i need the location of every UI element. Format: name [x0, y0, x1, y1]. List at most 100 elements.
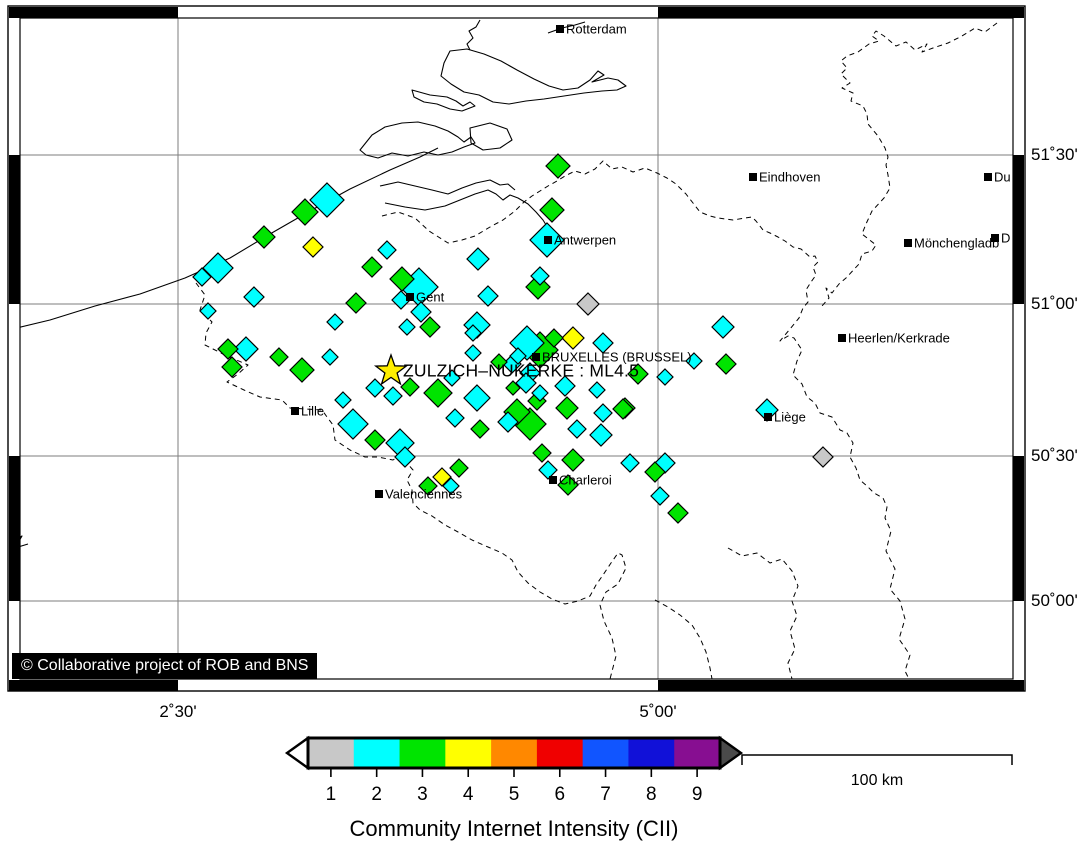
city-square-antwerpen — [544, 236, 552, 244]
colorbar-value: 1 — [326, 784, 337, 806]
intensity-diamond-cii2 — [594, 404, 612, 422]
intensity-diamond-cii2 — [322, 349, 338, 365]
lat-label: 51˚00' — [1031, 294, 1078, 314]
intensity-diamond-cii3 — [424, 379, 452, 407]
city-label-moenchengladbach-partial: Mönchengladb — [914, 237, 999, 250]
intensity-diamond-cii3 — [546, 154, 570, 178]
intensity-diamond-cii3 — [556, 397, 578, 419]
intensity-diamond-cii2 — [589, 382, 605, 398]
intensity-diamond-cii1 — [813, 447, 833, 467]
intensity-diamond-cii3 — [218, 339, 238, 359]
intensity-diamond-cii2 — [399, 319, 415, 335]
city-label-liege: Liège — [774, 411, 806, 424]
intensity-diamond-cii2 — [366, 379, 384, 397]
city-square-moenchengladbach-partial — [904, 239, 912, 247]
intensity-diamond-cii2 — [712, 316, 734, 338]
colorbar-value: 6 — [554, 784, 565, 806]
city-label-eindhoven: Eindhoven — [759, 171, 820, 184]
intensity-diamond-cii2 — [651, 487, 669, 505]
zeeland-peninsula — [360, 122, 475, 158]
zeeland-island-north — [441, 49, 626, 104]
epicenter-star — [376, 355, 406, 384]
intensity-diamond-cii3 — [365, 430, 385, 450]
zeeland-island-sliver — [412, 90, 475, 111]
intensity-diamond-cii2 — [327, 314, 343, 330]
copyright-banner: © Collaborative project of ROB and BNS — [12, 653, 317, 679]
city-label-antwerpen: Antwerpen — [554, 234, 616, 247]
intensity-diamond-cii2 — [621, 454, 639, 472]
colorbar-value: 5 — [509, 784, 520, 806]
scheldt-north-shore — [380, 180, 515, 194]
intensity-diamond-cii4 — [562, 327, 584, 349]
city-square-liege — [764, 413, 772, 421]
zeeland-island-small — [470, 123, 512, 150]
colorbar-segment — [674, 738, 720, 768]
cii-colorbar — [287, 738, 741, 777]
colorbar-value: 7 — [600, 784, 611, 806]
colorbar-segment — [583, 738, 629, 768]
border-nl-de-north — [822, 23, 997, 306]
city-label-valenciennes: Valenciennes — [385, 488, 462, 501]
colorbar-value: 8 — [646, 784, 657, 806]
city-label-heerlen-kerkrade: Heerlen/Kerkrade — [848, 332, 950, 345]
intensity-diamond-cii2 — [378, 241, 396, 259]
intensity-diamond-cii2 — [446, 409, 464, 427]
intensity-diamond-cii2 — [464, 385, 490, 411]
colorbar-segment — [445, 738, 491, 768]
intensity-diamond-cii2 — [568, 420, 586, 438]
intensity-diamond-cii1 — [577, 293, 599, 315]
intensity-diamond-cii3 — [222, 357, 242, 377]
colorbar-segment — [537, 738, 583, 768]
city-square-heerlen-kerkrade — [838, 334, 846, 342]
intensity-diamond-cii2 — [467, 248, 489, 270]
intensity-diamond-cii4 — [303, 237, 323, 257]
rotterdam-waterway — [467, 20, 480, 50]
intensity-diamond-cii3 — [562, 449, 584, 471]
intensity-diamond-cii3 — [450, 459, 468, 477]
intensity-diamond-cii3 — [668, 503, 688, 523]
intensity-diamond-cii3 — [290, 358, 314, 382]
map-canvas — [0, 0, 1088, 854]
colorbar-segment — [400, 738, 446, 768]
colorbar-value: 9 — [692, 784, 703, 806]
city-square-duisburg-partial — [984, 173, 992, 181]
scalebar-label: 100 km — [742, 772, 1012, 790]
intensity-diamond-cii3 — [253, 226, 275, 248]
city-square-lille — [291, 407, 299, 415]
intensity-points-layer — [193, 154, 833, 523]
city-label-duisburg-partial: Du — [994, 171, 1011, 184]
colorbar-segment — [491, 738, 537, 768]
intensity-map-page: ZULZICH–NUKERKE : ML4.5 © Collaborative … — [0, 0, 1088, 854]
lat-label: 50˚30' — [1031, 446, 1078, 466]
intensity-diamond-cii2 — [465, 345, 481, 361]
intensity-diamond-cii3 — [362, 257, 382, 277]
intensity-diamond-cii3 — [716, 354, 736, 374]
city-square-valenciennes — [375, 490, 383, 498]
intensity-diamond-cii2 — [335, 392, 351, 408]
lon-label: 2˚30' — [159, 702, 196, 722]
city-label-gent: Gent — [416, 291, 444, 304]
scheldt-south-shore — [385, 190, 548, 228]
city-label-lille: Lille — [301, 405, 324, 418]
city-square-charleroi — [549, 476, 557, 484]
city-markers-layer — [291, 25, 999, 498]
lat-label: 50˚00' — [1031, 591, 1078, 611]
city-square-rotterdam — [556, 25, 564, 33]
intensity-diamond-cii2 — [200, 303, 216, 319]
scalebar-bracket — [742, 755, 1012, 765]
lon-label: 5˚00' — [639, 702, 676, 722]
city-square-eindhoven — [749, 173, 757, 181]
colorbar-value: 2 — [371, 784, 382, 806]
city-label-charleroi: Charleroi — [559, 474, 612, 487]
border-lux-east — [728, 548, 798, 679]
colorbar-left-arrow — [287, 738, 308, 768]
intensity-diamond-cii3 — [540, 198, 564, 222]
colorbar-segment — [354, 738, 400, 768]
intensity-diamond-cii2 — [590, 424, 612, 446]
lat-label: 51˚30' — [1031, 145, 1078, 165]
intensity-diamond-cii2 — [338, 409, 368, 439]
intensity-diamond-cii3 — [533, 444, 551, 462]
city-square-gent — [406, 293, 414, 301]
colorbar-right-arrow — [720, 738, 741, 768]
colorbar-value: 4 — [463, 784, 474, 806]
